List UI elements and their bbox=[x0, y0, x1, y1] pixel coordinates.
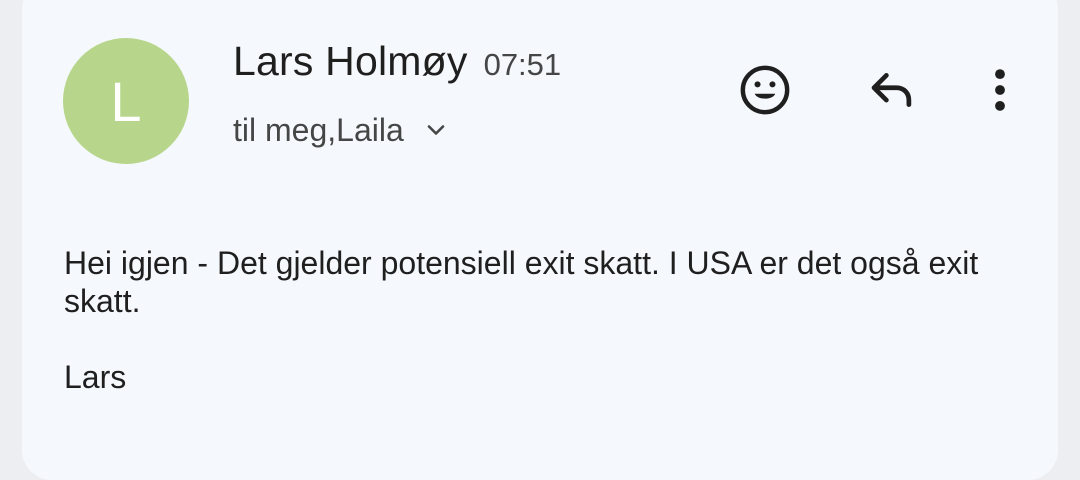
avatar-letter: L bbox=[110, 69, 142, 133]
reply-icon bbox=[865, 63, 919, 122]
message-time: 07:51 bbox=[483, 47, 562, 82]
recipients-text: til meg,Laila bbox=[233, 111, 404, 148]
message-signature: Lars bbox=[64, 359, 127, 395]
more-options-button[interactable] bbox=[970, 62, 1030, 122]
reply-button[interactable] bbox=[862, 62, 922, 122]
more-vert-icon bbox=[972, 62, 1028, 123]
emoji-icon bbox=[737, 62, 793, 123]
sender-line: Lars Holmøy 07:51 bbox=[233, 38, 561, 94]
add-reaction-button[interactable] bbox=[735, 62, 795, 122]
chevron-down-icon bbox=[422, 116, 450, 144]
message-paragraph: Hei igjen - Det gjelder potensiell exit … bbox=[64, 245, 979, 319]
message-body: Hei igjen - Det gjelder potensiell exit … bbox=[64, 244, 1044, 396]
sender-avatar[interactable]: L bbox=[63, 38, 189, 164]
recipients-toggle[interactable]: til meg,Laila bbox=[233, 108, 450, 152]
sender-name[interactable]: Lars Holmøy bbox=[233, 38, 468, 85]
